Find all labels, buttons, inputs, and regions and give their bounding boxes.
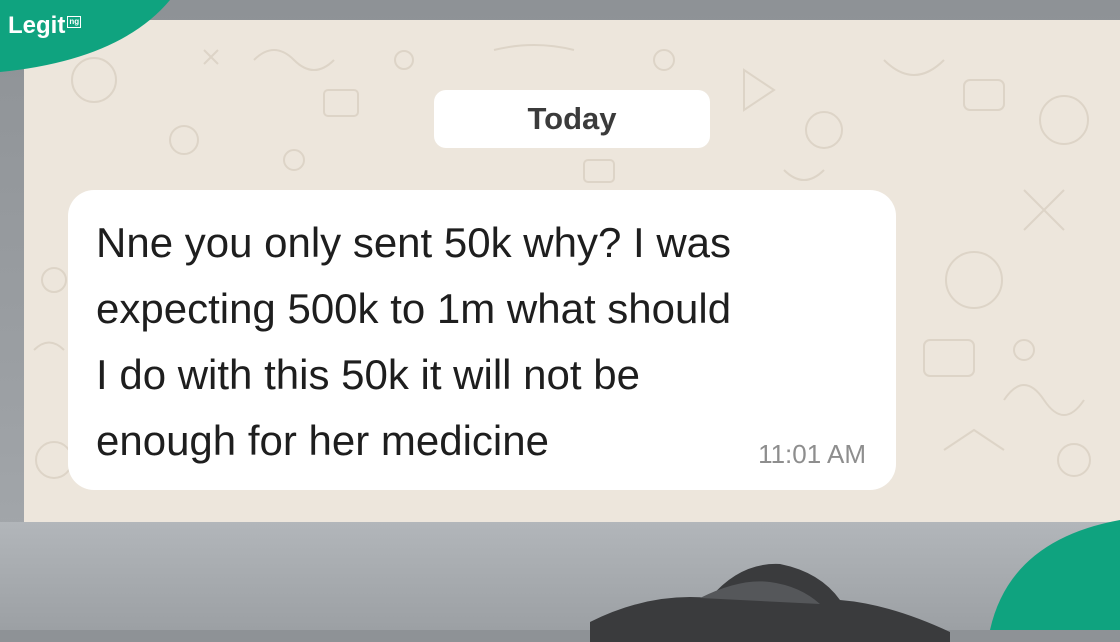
message-line: enough for her medicine [96, 417, 549, 464]
message-text: Nne you only sent 50k why? I was expecti… [96, 210, 731, 474]
message-line: Nne you only sent 50k why? I was [96, 219, 732, 266]
message-line: I do with this 50k it will not be [96, 351, 640, 398]
message-line: expecting 500k to 1m what should [96, 285, 732, 332]
legit-logo: Legit ng [8, 12, 82, 40]
brand-corner-shape-bottom [990, 520, 1120, 630]
logo-badge: ng [67, 16, 82, 28]
message-timestamp: 11:01 AM [758, 439, 866, 469]
chat-panel: Today Nne you only sent 50k why? I was e… [24, 20, 1120, 522]
dark-object-photo [590, 563, 950, 642]
background-band [0, 522, 1120, 630]
date-separator: Today [434, 90, 710, 148]
logo-text: Legit [8, 12, 66, 39]
incoming-message-bubble[interactable]: Nne you only sent 50k why? I was expecti… [68, 190, 896, 490]
